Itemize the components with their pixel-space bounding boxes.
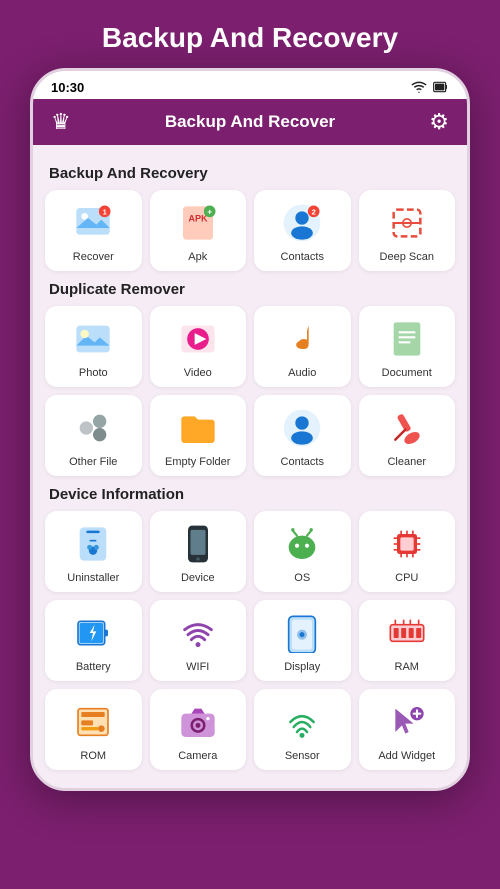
recover-icon: 1 bbox=[70, 200, 116, 246]
uninstaller-label: Uninstaller bbox=[67, 572, 119, 584]
item-empty-folder[interactable]: Empty Folder bbox=[150, 395, 247, 476]
item-photo[interactable]: Photo bbox=[45, 306, 142, 387]
sensor-label: Sensor bbox=[285, 750, 320, 762]
item-deep-scan[interactable]: Deep Scan bbox=[359, 190, 456, 271]
cpu-icon bbox=[384, 521, 430, 567]
main-content: Backup And Recovery 1 bbox=[33, 145, 467, 788]
ram-label: RAM bbox=[395, 661, 419, 673]
section-device: Device Information U bbox=[45, 486, 455, 770]
recover-label: Recover bbox=[73, 251, 114, 263]
item-add-widget[interactable]: Add Widget bbox=[359, 689, 456, 770]
device-icon bbox=[175, 521, 221, 567]
rom-icon bbox=[70, 699, 116, 745]
contacts-dup-icon bbox=[279, 405, 325, 451]
item-camera[interactable]: Camera bbox=[150, 689, 247, 770]
page-title: Backup And Recovery bbox=[102, 0, 398, 68]
battery-label: Battery bbox=[76, 661, 111, 673]
ram-icon bbox=[384, 610, 430, 656]
sensor-icon bbox=[279, 699, 325, 745]
item-ram[interactable]: RAM bbox=[359, 600, 456, 681]
topbar: ♛ Backup And Recover ⚙ bbox=[33, 99, 467, 145]
wifi-label: WIFI bbox=[186, 661, 209, 673]
os-label: OS bbox=[294, 572, 310, 584]
cleaner-label: Cleaner bbox=[387, 456, 426, 468]
addwidget-icon bbox=[384, 699, 430, 745]
empty-folder-label: Empty Folder bbox=[165, 456, 230, 468]
section-duplicate-title: Duplicate Remover bbox=[49, 281, 455, 298]
phone-frame: 10:30 ♛ Backup And Recover ⚙ Backup bbox=[30, 68, 470, 791]
document-icon bbox=[384, 316, 430, 362]
deepscan-icon bbox=[384, 200, 430, 246]
battery-status-icon bbox=[433, 79, 449, 95]
display-label: Display bbox=[284, 661, 320, 673]
item-audio[interactable]: Audio bbox=[254, 306, 351, 387]
video-icon bbox=[175, 316, 221, 362]
status-time: 10:30 bbox=[51, 80, 84, 95]
add-widget-label: Add Widget bbox=[378, 750, 435, 762]
topbar-title: Backup And Recover bbox=[165, 112, 335, 132]
section-duplicate: Duplicate Remover Photo bbox=[45, 281, 455, 476]
svg-text:+: + bbox=[207, 207, 212, 217]
item-recover[interactable]: 1 Recover bbox=[45, 190, 142, 271]
item-contacts-dup[interactable]: Contacts bbox=[254, 395, 351, 476]
rom-label: ROM bbox=[80, 750, 106, 762]
device-grid: Uninstaller Device bbox=[45, 511, 455, 770]
item-rom[interactable]: ROM bbox=[45, 689, 142, 770]
item-os[interactable]: OS bbox=[254, 511, 351, 592]
emptyfolder-icon bbox=[175, 405, 221, 451]
item-video[interactable]: Video bbox=[150, 306, 247, 387]
apk-label: Apk bbox=[188, 251, 207, 263]
item-battery[interactable]: Battery bbox=[45, 600, 142, 681]
uninstaller-icon bbox=[70, 521, 116, 567]
item-display[interactable]: Display bbox=[254, 600, 351, 681]
wifi-status-icon bbox=[411, 79, 427, 95]
cleaner-icon bbox=[384, 405, 430, 451]
section-backup: Backup And Recovery 1 bbox=[45, 165, 455, 271]
video-label: Video bbox=[184, 367, 212, 379]
photo-icon bbox=[70, 316, 116, 362]
wifi-icon bbox=[175, 610, 221, 656]
cpu-label: CPU bbox=[395, 572, 418, 584]
contacts-dup-label: Contacts bbox=[281, 456, 324, 468]
svg-text:2: 2 bbox=[312, 208, 316, 217]
backup-grid: 1 Recover APK + bbox=[45, 190, 455, 271]
other-file-label: Other File bbox=[69, 456, 117, 468]
item-cpu[interactable]: CPU bbox=[359, 511, 456, 592]
otherfile-icon bbox=[70, 405, 116, 451]
contacts-backup-icon: 2 bbox=[279, 200, 325, 246]
photo-label: Photo bbox=[79, 367, 108, 379]
item-wifi[interactable]: WIFI bbox=[150, 600, 247, 681]
document-label: Document bbox=[382, 367, 432, 379]
section-device-title: Device Information bbox=[49, 486, 455, 503]
contacts-backup-label: Contacts bbox=[281, 251, 324, 263]
item-device[interactable]: Device bbox=[150, 511, 247, 592]
os-icon bbox=[279, 521, 325, 567]
battery-icon bbox=[70, 610, 116, 656]
item-uninstaller[interactable]: Uninstaller bbox=[45, 511, 142, 592]
status-bar: 10:30 bbox=[33, 71, 467, 99]
item-sensor[interactable]: Sensor bbox=[254, 689, 351, 770]
audio-icon bbox=[279, 316, 325, 362]
crown-icon: ♛ bbox=[51, 109, 71, 135]
apk-icon: APK + bbox=[175, 200, 221, 246]
deepscan-label: Deep Scan bbox=[380, 251, 434, 263]
item-contacts-backup[interactable]: 2 Contacts bbox=[254, 190, 351, 271]
device-label: Device bbox=[181, 572, 215, 584]
item-cleaner[interactable]: Cleaner bbox=[359, 395, 456, 476]
status-icons bbox=[411, 79, 449, 95]
settings-icon[interactable]: ⚙ bbox=[429, 109, 449, 135]
item-other-file[interactable]: Other File bbox=[45, 395, 142, 476]
camera-icon bbox=[175, 699, 221, 745]
section-backup-title: Backup And Recovery bbox=[49, 165, 455, 182]
camera-label: Camera bbox=[178, 750, 217, 762]
item-apk[interactable]: APK + Apk bbox=[150, 190, 247, 271]
audio-label: Audio bbox=[288, 367, 316, 379]
duplicate-grid: Photo Video bbox=[45, 306, 455, 476]
display-icon bbox=[279, 610, 325, 656]
svg-text:1: 1 bbox=[103, 208, 107, 217]
item-document[interactable]: Document bbox=[359, 306, 456, 387]
